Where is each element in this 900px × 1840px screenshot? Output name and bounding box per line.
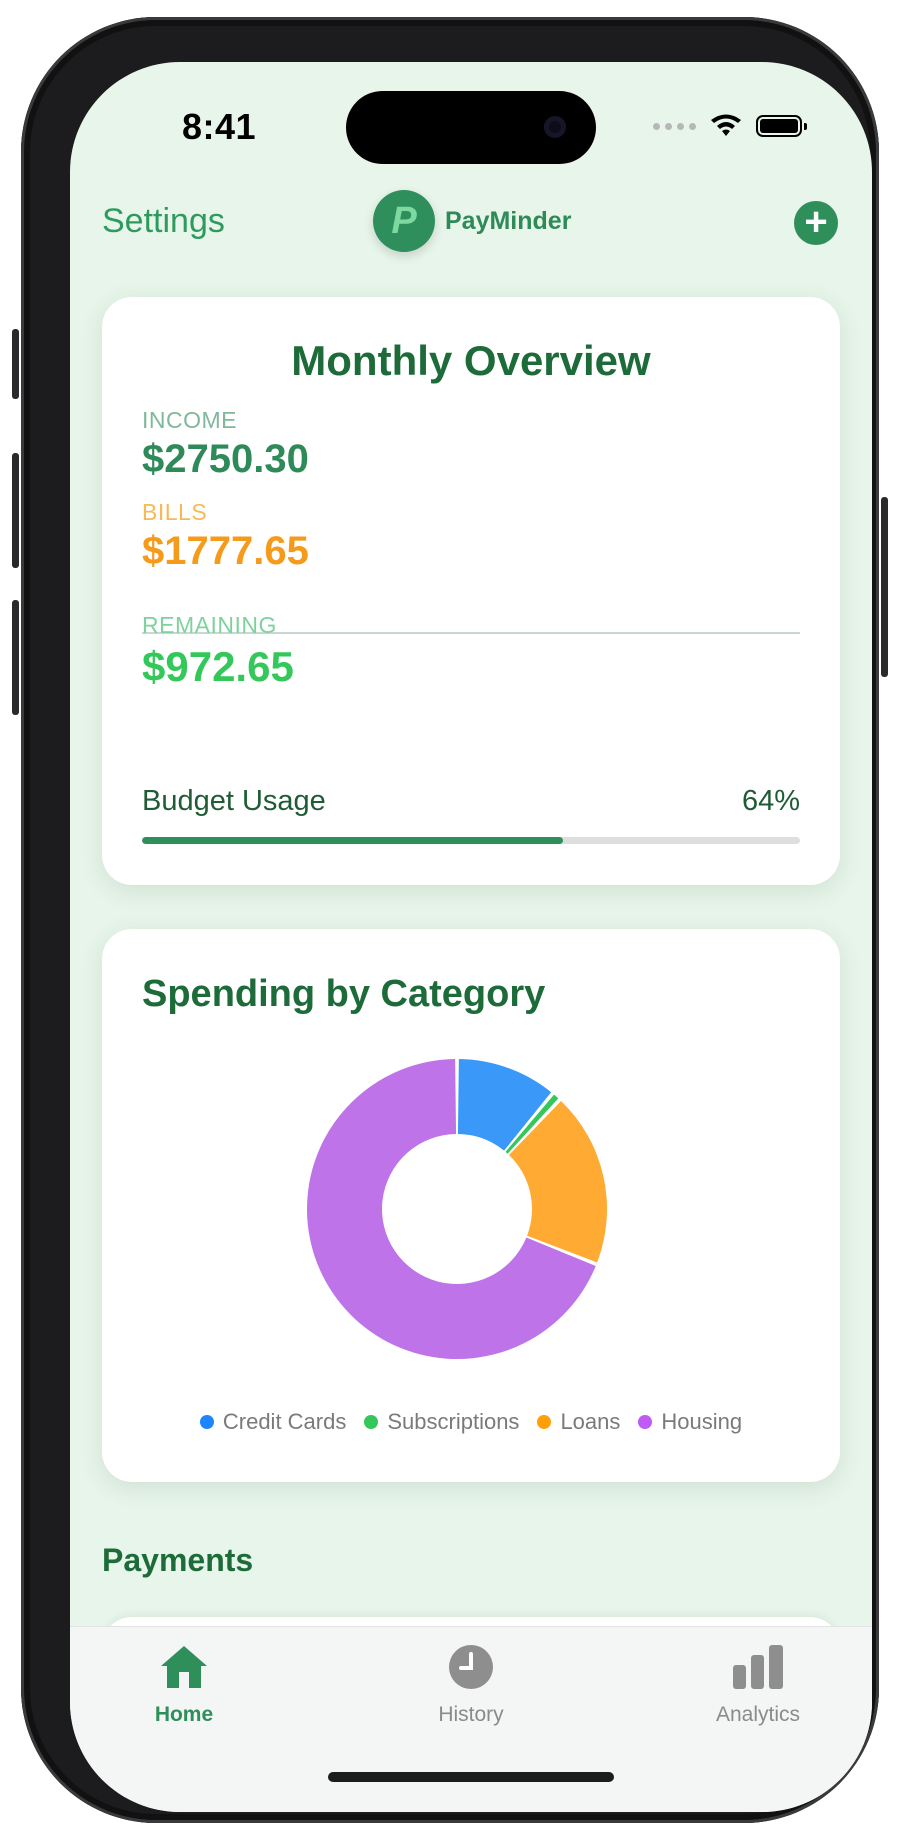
legend-item-credit-cards: Credit Cards bbox=[199, 1409, 347, 1435]
budget-progress-fill bbox=[142, 837, 564, 844]
battery-icon bbox=[756, 115, 807, 137]
home-indicator bbox=[328, 1772, 614, 1782]
app-brand: P PayMinder bbox=[373, 190, 571, 252]
house-icon bbox=[161, 1646, 207, 1688]
chart-legend: Credit Cards Subscriptions Loans Housing bbox=[102, 1409, 840, 1435]
legend-label: Subscriptions bbox=[387, 1409, 520, 1434]
legend-item-subscriptions: Subscriptions bbox=[364, 1409, 519, 1435]
spending-donut-chart bbox=[307, 1059, 607, 1359]
camera-icon bbox=[544, 116, 566, 138]
legend-dot bbox=[364, 1415, 379, 1429]
bills-label: BILLS bbox=[142, 499, 208, 525]
tab-analytics-label: Analytics bbox=[715, 1703, 801, 1726]
legend-item-housing: Housing bbox=[638, 1409, 742, 1435]
clock-icon bbox=[449, 1645, 493, 1689]
tab-history-label: History bbox=[438, 1703, 504, 1726]
tab-home[interactable]: Home bbox=[84, 1627, 284, 1727]
app-logo-icon: P bbox=[373, 190, 435, 252]
add-payment-button[interactable]: + bbox=[794, 201, 838, 245]
remaining-value: $972.65 bbox=[142, 643, 294, 690]
legend-dot bbox=[199, 1415, 214, 1429]
legend-label: Housing bbox=[661, 1409, 743, 1434]
plus-icon: + bbox=[804, 200, 828, 244]
bills-value: $1777.65 bbox=[142, 529, 309, 573]
action-button bbox=[12, 329, 19, 399]
spending-title: Spending by Category bbox=[142, 973, 546, 1015]
payments-heading: Payments bbox=[102, 1542, 254, 1578]
overview-title: Monthly Overview bbox=[291, 337, 651, 384]
cellular-signal-icon bbox=[653, 122, 696, 130]
status-time: 8:41 bbox=[182, 106, 257, 147]
tab-home-label: Home bbox=[154, 1703, 214, 1726]
remaining-label: REMAINING bbox=[142, 612, 277, 638]
legend-item-loans: Loans bbox=[537, 1409, 620, 1435]
volume-down-button bbox=[12, 600, 19, 715]
budget-usage-percent: 64% bbox=[741, 785, 800, 817]
tab-history[interactable]: History bbox=[371, 1627, 571, 1727]
app-name: PayMinder bbox=[445, 206, 572, 235]
status-icons bbox=[653, 114, 807, 138]
bar-chart-icon bbox=[733, 1645, 783, 1689]
spending-card: Spending by Category Credit Cards Subscri… bbox=[102, 929, 840, 1482]
budget-progress-bar bbox=[142, 837, 800, 844]
legend-dot bbox=[537, 1415, 552, 1429]
app-screen: 8:41 Settings P PayMinder + Monthly Over… bbox=[70, 62, 872, 1812]
income-label: INCOME bbox=[142, 407, 237, 433]
tab-analytics[interactable]: Analytics bbox=[658, 1627, 858, 1727]
power-button bbox=[881, 497, 888, 677]
wifi-icon bbox=[711, 114, 741, 136]
tab-bar: Home History Analytics bbox=[70, 1626, 872, 1812]
volume-up-button bbox=[12, 453, 19, 568]
phone-frame: 8:41 Settings P PayMinder + Monthly Over… bbox=[12, 17, 888, 1823]
legend-label: Credit Cards bbox=[222, 1409, 347, 1434]
legend-dot bbox=[638, 1415, 653, 1429]
dynamic-island bbox=[346, 91, 596, 164]
monthly-overview-card: Monthly Overview INCOME $2750.30 BILLS $… bbox=[102, 297, 840, 885]
budget-usage-label: Budget Usage bbox=[142, 785, 326, 817]
settings-button[interactable]: Settings bbox=[102, 202, 225, 241]
income-value: $2750.30 bbox=[142, 437, 309, 481]
legend-label: Loans bbox=[560, 1409, 621, 1434]
